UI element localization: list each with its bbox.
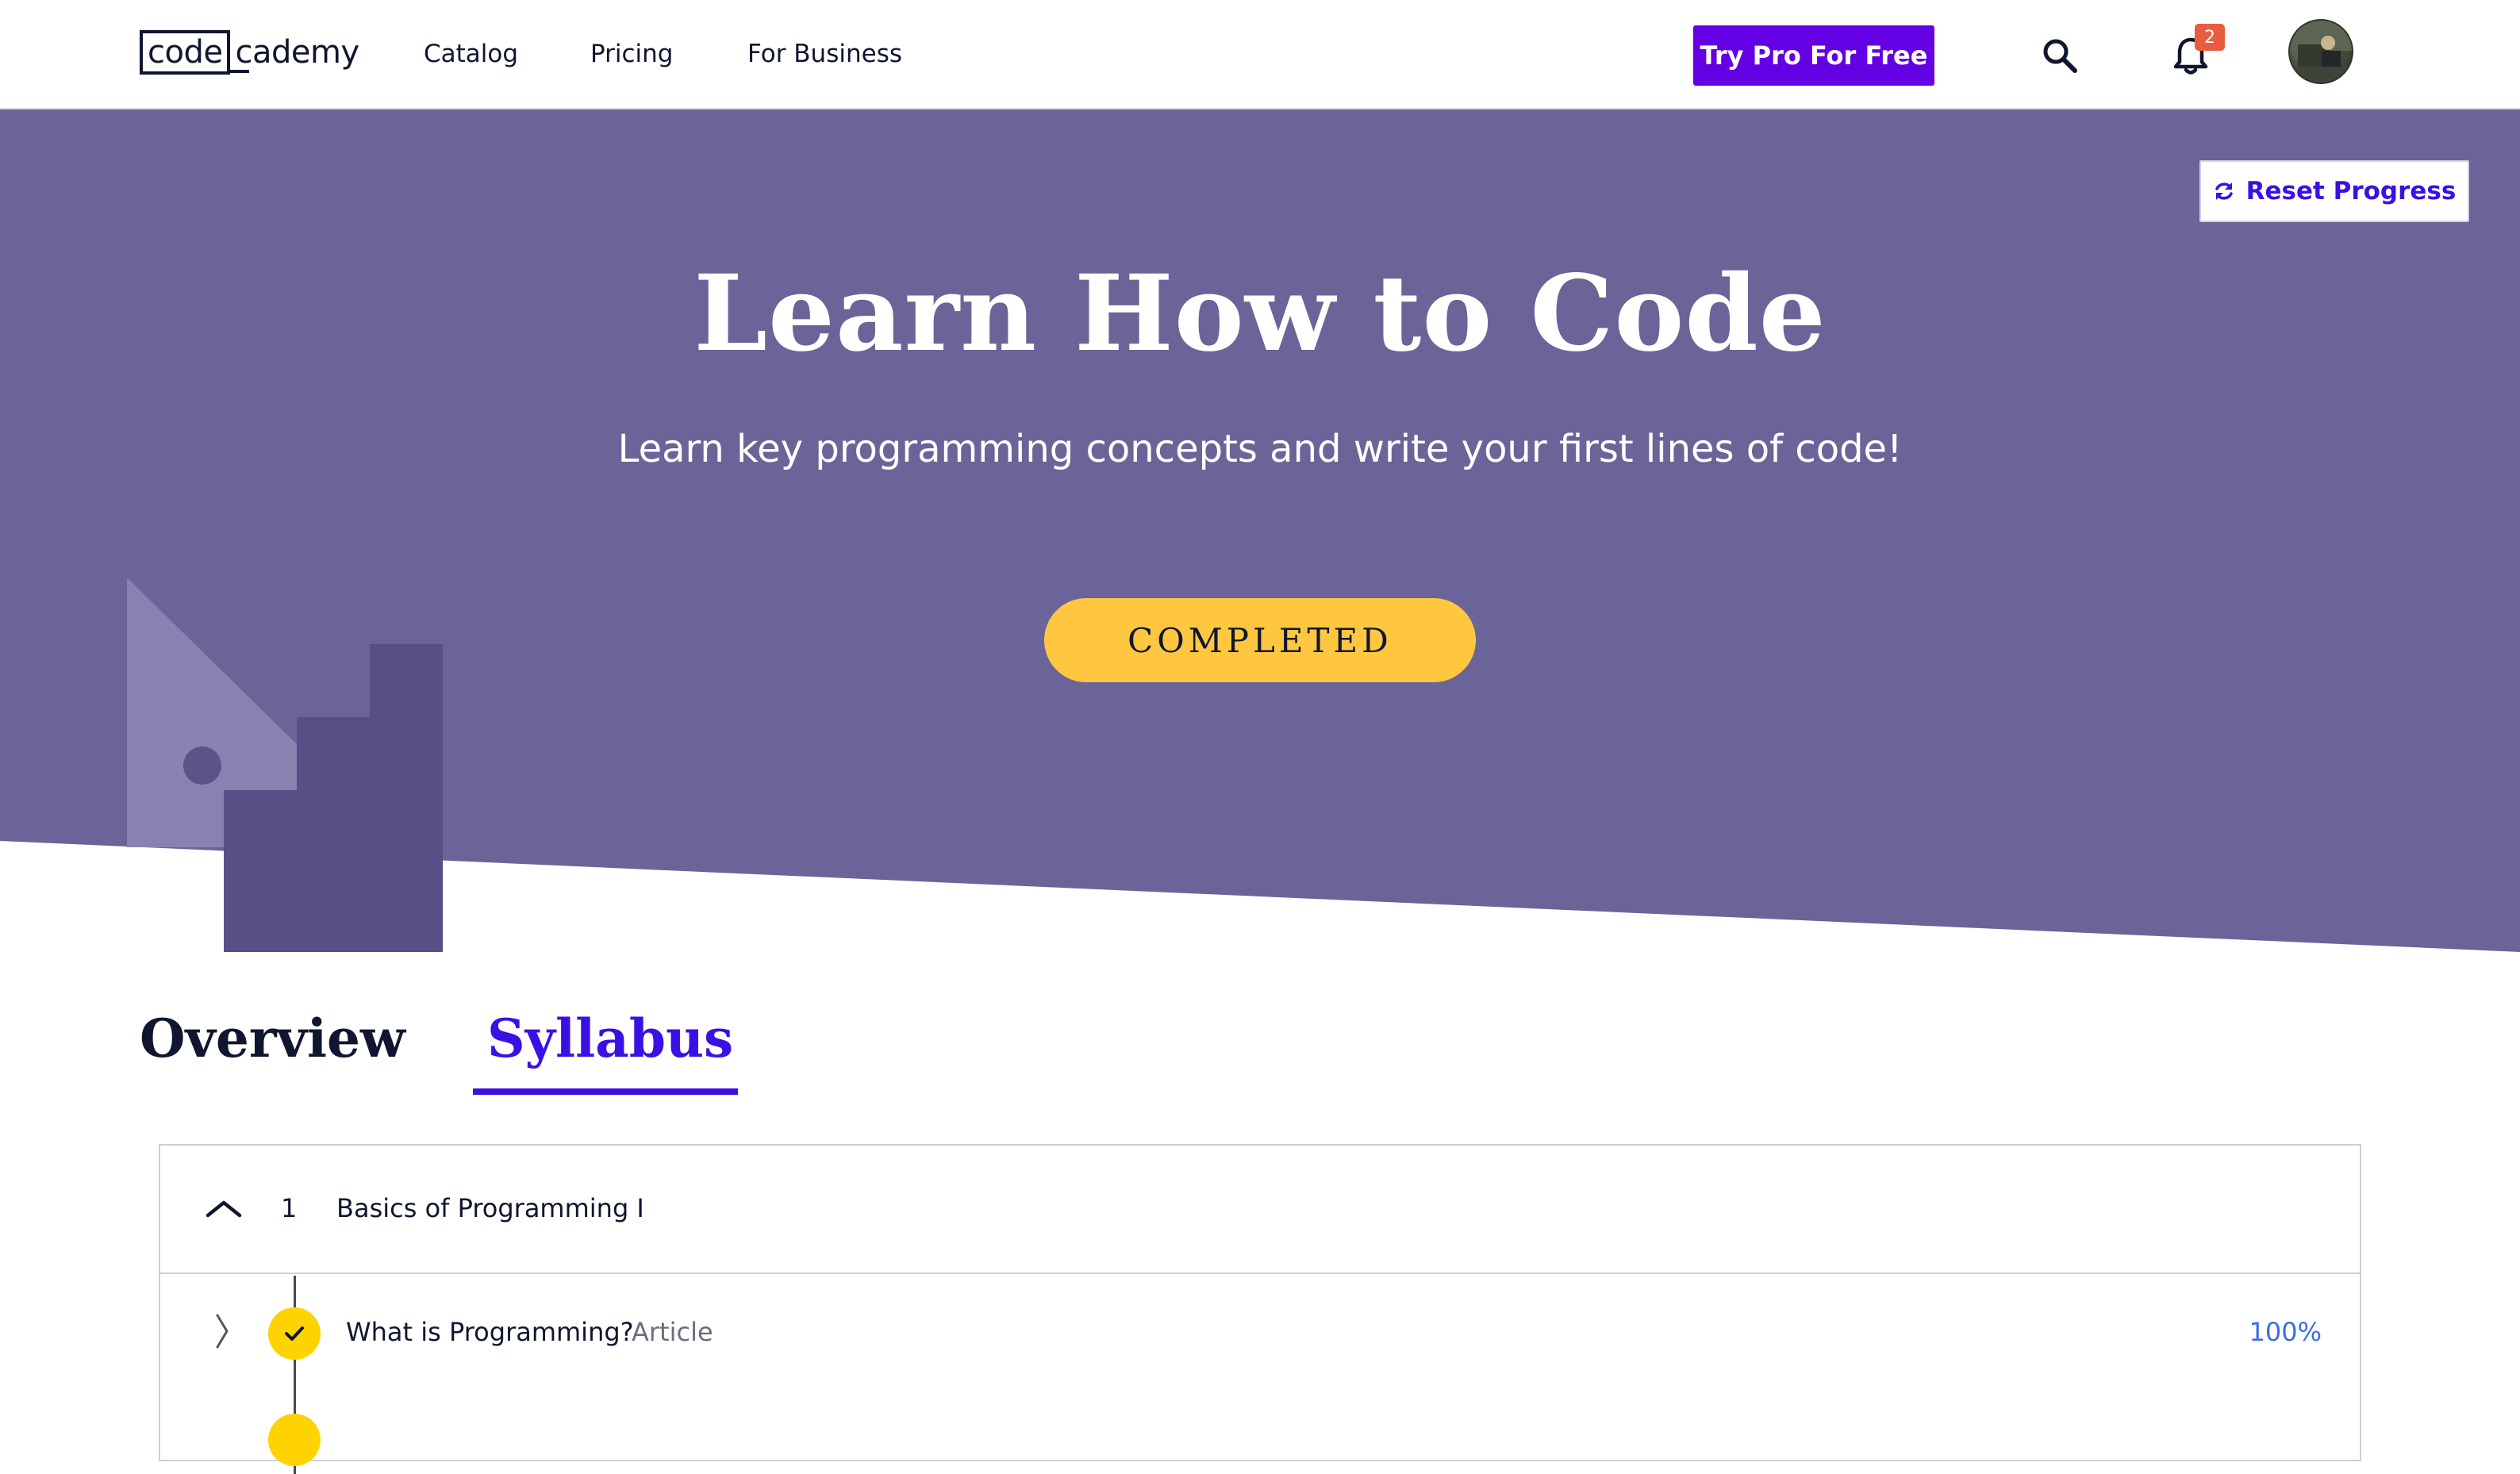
- user-avatar[interactable]: [2288, 19, 2353, 84]
- search-icon[interactable]: [2041, 36, 2079, 75]
- tab-syllabus[interactable]: Syllabus: [487, 1008, 733, 1069]
- nav-for-business-link[interactable]: For Business: [747, 40, 902, 68]
- chevron-up-icon: [206, 1200, 242, 1218]
- tab-overview[interactable]: Overview: [140, 1008, 405, 1069]
- course-hero-banner: Reset Progress Learn How to Code Learn k…: [0, 109, 2520, 952]
- lesson-type: Article: [632, 1317, 713, 1347]
- lesson-row[interactable]: What is Programming? Article 100%: [160, 1276, 2360, 1387]
- logo-code-text: code: [140, 30, 231, 75]
- course-title: Learn How to Code: [693, 252, 1827, 375]
- notification-count-badge: 2: [2195, 24, 2225, 51]
- reset-progress-button[interactable]: Reset Progress: [2199, 160, 2469, 222]
- try-pro-button[interactable]: Try Pro For Free: [1693, 25, 1934, 86]
- chevron-right-icon: [216, 1314, 229, 1349]
- top-navigation-bar: code cademy Catalog Pricing For Business…: [0, 0, 2520, 109]
- completed-check-icon: [268, 1307, 321, 1360]
- logo-cademy-text: cademy: [230, 30, 359, 75]
- codecademy-logo[interactable]: code cademy: [140, 29, 359, 75]
- refresh-icon: [2215, 182, 2233, 200]
- reset-progress-label: Reset Progress: [2245, 177, 2457, 205]
- active-tab-indicator: [473, 1088, 738, 1095]
- course-subtitle: Learn key programming concepts and write…: [617, 427, 1903, 471]
- nav-catalog-link[interactable]: Catalog: [424, 40, 518, 68]
- module-number: 1: [281, 1193, 298, 1223]
- completed-status-button[interactable]: COMPLETED: [1044, 598, 1476, 682]
- syllabus-module: 1 Basics of Programming I What is Progra…: [159, 1144, 2361, 1474]
- lesson-title: What is Programming?: [346, 1317, 634, 1347]
- module-title: Basics of Programming I: [336, 1193, 644, 1223]
- next-lesson-status-icon: [268, 1414, 321, 1466]
- lesson-progress: 100%: [2249, 1317, 2322, 1347]
- module-header-toggle[interactable]: 1 Basics of Programming I: [160, 1146, 2360, 1274]
- hero-background: [0, 109, 2520, 952]
- nav-pricing-link[interactable]: Pricing: [590, 40, 674, 68]
